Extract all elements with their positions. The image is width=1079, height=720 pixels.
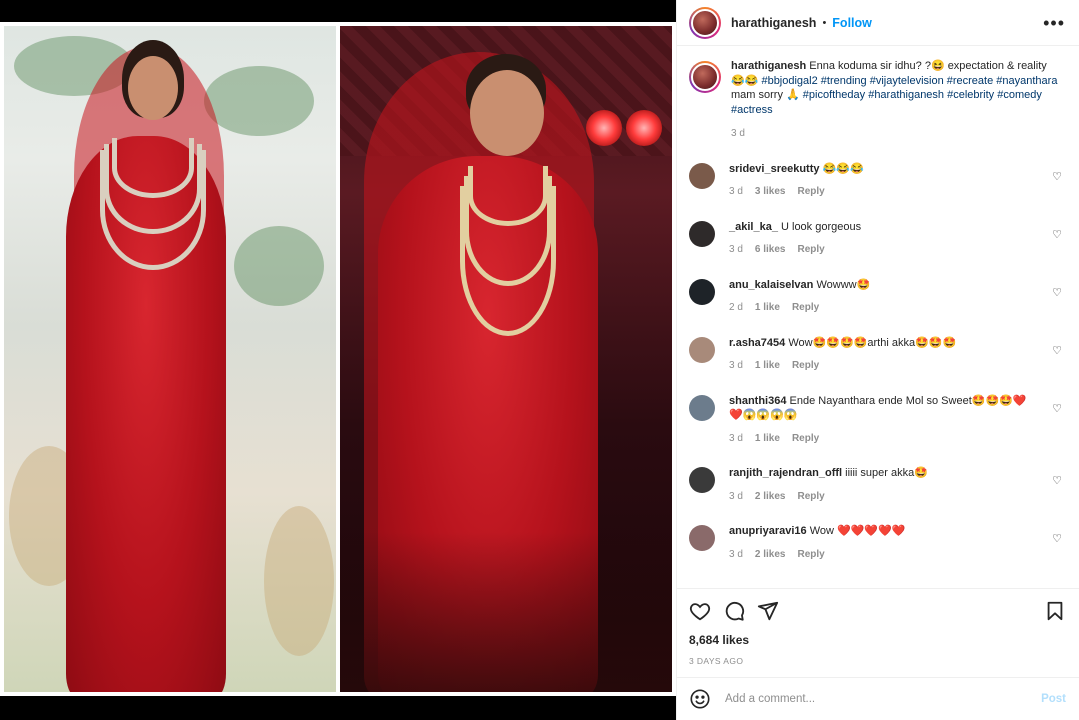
caption-time: 3 d	[731, 128, 745, 139]
reply-button[interactable]: Reply	[798, 549, 825, 560]
photo-expectation	[4, 26, 336, 692]
likes-count[interactable]: 8,684 likes	[689, 633, 1066, 647]
comment-item: _akil_ka_ U look gorgeous 3 d 6 likes Repl…	[689, 220, 1066, 258]
separator-dot: •	[822, 16, 827, 29]
author-username[interactable]: harathiganesh	[731, 16, 816, 30]
reply-button[interactable]: Reply	[792, 433, 819, 444]
comment-text: U look gorgeous	[781, 220, 862, 233]
comment-likes[interactable]: 1 like	[755, 433, 780, 444]
reply-button[interactable]: Reply	[792, 360, 819, 371]
comment-bubble-icon[interactable]	[723, 600, 745, 622]
comment-time: 3 d	[729, 490, 743, 502]
post-actions: 8,684 likes 3 DAYS AGO	[677, 588, 1079, 666]
comment-username[interactable]: shanthi364	[729, 395, 786, 407]
comment-time: 3 d	[729, 360, 743, 371]
caption-avatar[interactable]	[689, 61, 721, 93]
caption-text-2: mam sorry 🙏	[731, 89, 803, 101]
reply-button[interactable]: Reply	[798, 491, 825, 502]
comment-item: ranjith_rajendran_offl iiiii super akka🤩…	[689, 466, 1066, 504]
comment-avatar[interactable]	[689, 278, 715, 305]
comment-item: shanthi364 Ende Nayanthara ende Mol so S…	[689, 394, 1066, 447]
comment-likes[interactable]: 1 like	[755, 302, 780, 313]
comment-item: sridevi_sreekutty 😂😂😂 3 d 3 likes Reply ♡	[689, 162, 1066, 200]
comment-username[interactable]: anupriyaravi16	[729, 525, 807, 537]
comment-time: 3 d	[729, 548, 743, 560]
comment-avatar[interactable]	[689, 220, 715, 247]
post-date: 3 DAYS AGO	[689, 656, 744, 666]
comment-item: anu_kalaiselvan Wowww🤩 2 d 1 like Reply ♡	[689, 278, 1066, 316]
comment-item: r.asha7454 Wow🤩🤩🤩🤩arthi akka🤩🤩🤩 3 d 1 lik…	[689, 336, 1066, 374]
comment-like-heart-icon[interactable]: ♡	[1052, 402, 1062, 415]
comment-text: Wow🤩🤩🤩🤩arthi akka🤩🤩🤩	[788, 336, 957, 349]
emoji-smile-icon[interactable]	[689, 688, 711, 710]
share-paper-plane-icon[interactable]	[757, 600, 779, 622]
comment-time: 2 d	[729, 302, 743, 313]
more-options-icon[interactable]: •••	[1043, 14, 1065, 32]
photo-reality	[340, 26, 672, 692]
post-header: harathiganesh • Follow •••	[677, 0, 1079, 46]
post-sidebar: harathiganesh • Follow ••• harathiganesh…	[676, 0, 1079, 720]
comment-username[interactable]: ranjith_rajendran_offl	[729, 467, 842, 479]
comment-like-heart-icon[interactable]: ♡	[1052, 170, 1062, 183]
comment-text: Wowww🤩	[816, 278, 871, 291]
comment-like-heart-icon[interactable]: ♡	[1052, 228, 1062, 241]
comment-username[interactable]: r.asha7454	[729, 337, 785, 349]
comment-avatar[interactable]	[689, 336, 715, 363]
comment-likes[interactable]: 2 likes	[755, 549, 786, 560]
author-avatar[interactable]	[689, 6, 721, 39]
caption-hashtags-1[interactable]: #bbjodigal2 #trending #vijaytelevision #…	[761, 75, 1057, 87]
follow-button[interactable]: Follow	[832, 16, 872, 30]
reply-button[interactable]: Reply	[798, 244, 825, 255]
comment-text: iiiii super akka🤩	[845, 467, 928, 479]
comment-avatar[interactable]	[689, 467, 715, 493]
reply-button[interactable]: Reply	[798, 186, 825, 197]
like-heart-icon[interactable]	[689, 600, 711, 622]
post-caption: harathiganesh Enna koduma sir idhu? ?😆 e…	[689, 59, 1066, 142]
comment-username[interactable]: sridevi_sreekutty	[729, 163, 820, 175]
comment-likes[interactable]: 3 likes	[755, 186, 786, 197]
caption-username[interactable]: harathiganesh	[731, 60, 806, 72]
comment-avatar[interactable]	[689, 525, 715, 551]
comment-like-heart-icon[interactable]: ♡	[1052, 344, 1062, 357]
comment-avatar[interactable]	[689, 394, 715, 421]
comment-text: Wow ❤️❤️❤️❤️❤️	[809, 525, 906, 537]
comment-text: 😂😂😂	[822, 162, 864, 175]
comment-username[interactable]: _akil_ka_	[729, 221, 778, 233]
save-bookmark-icon[interactable]	[1044, 600, 1066, 622]
reply-button[interactable]: Reply	[792, 302, 819, 313]
comment-time: 3 d	[729, 432, 743, 444]
comment-likes[interactable]: 1 like	[755, 360, 780, 371]
post-comment-button[interactable]: Post	[1041, 693, 1066, 705]
comment-like-heart-icon[interactable]: ♡	[1052, 532, 1062, 545]
comment-item: anupriyaravi16 Wow ❤️❤️❤️❤️❤️ 3 d 2 likes…	[689, 524, 1066, 562]
comment-time: 3 d	[729, 186, 743, 197]
comments-list[interactable]: harathiganesh Enna koduma sir idhu? ?😆 e…	[677, 47, 1079, 587]
comment-like-heart-icon[interactable]: ♡	[1052, 474, 1062, 487]
post-media[interactable]	[0, 0, 676, 720]
add-comment-bar: Post	[677, 677, 1079, 720]
comment-time: 3 d	[729, 244, 743, 255]
comment-username[interactable]: anu_kalaiselvan	[729, 279, 813, 291]
comment-avatar[interactable]	[689, 162, 715, 189]
comment-likes[interactable]: 6 likes	[755, 244, 786, 255]
comment-likes[interactable]: 2 likes	[755, 491, 786, 502]
comment-like-heart-icon[interactable]: ♡	[1052, 286, 1062, 299]
add-comment-input[interactable]	[725, 693, 1025, 705]
